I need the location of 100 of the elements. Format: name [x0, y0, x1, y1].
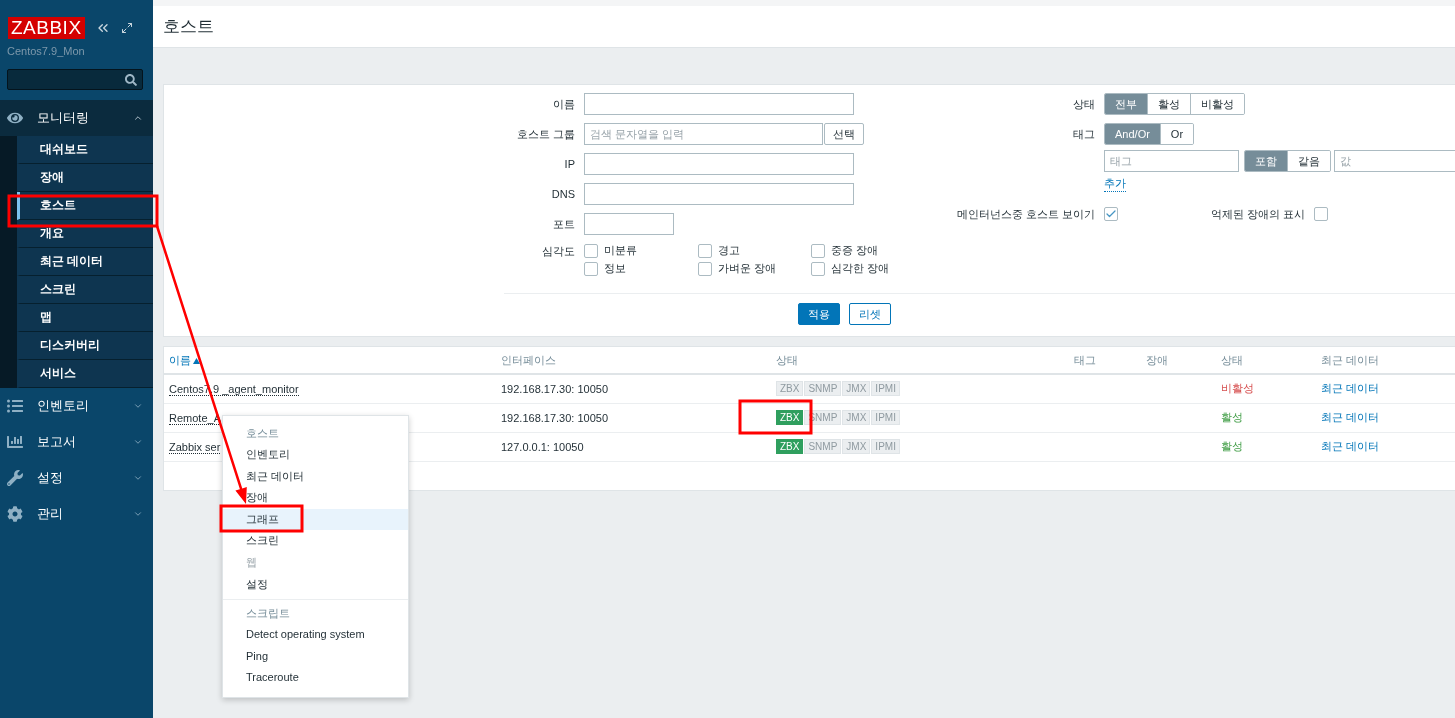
menu-item[interactable]: 장애	[223, 487, 408, 509]
menu-section[interactable]: 보고서	[0, 424, 153, 460]
checkbox[interactable]	[811, 243, 825, 258]
chevron-down-icon	[133, 437, 143, 447]
input-field[interactable]	[584, 153, 854, 175]
eye-icon	[7, 110, 23, 126]
gear-icon	[7, 506, 23, 522]
logo[interactable]: ZABBIX	[8, 17, 85, 39]
list-icon	[7, 398, 23, 414]
column-header: 상태	[776, 353, 798, 366]
availability-tag: IPMI	[871, 410, 900, 425]
expand-icon[interactable]	[120, 22, 133, 34]
chevron-down-icon	[133, 473, 143, 483]
server-name: Centos7.9_Mon	[6, 44, 86, 57]
status-link[interactable]: 활성	[1221, 411, 1243, 423]
segment-button[interactable]: Or	[1159, 124, 1194, 144]
checkbox-label: 중증 장애	[831, 243, 879, 258]
checkbox[interactable]	[584, 243, 598, 258]
checkbox[interactable]	[1314, 207, 1328, 221]
availability-tag: SNMP	[804, 439, 842, 454]
latest-data-link[interactable]: 최근 데이터	[1321, 411, 1380, 423]
menu-item[interactable]: Detect operating system	[223, 624, 408, 646]
menu-item[interactable]: 스크린	[17, 276, 153, 304]
availability-tag: JMX	[842, 381, 871, 397]
menu-item[interactable]: Ping	[223, 645, 408, 668]
input-field[interactable]	[584, 183, 854, 205]
checkbox-label: 미분류	[604, 243, 637, 258]
menu-item[interactable]: 장애	[17, 164, 153, 192]
table-cell: 127.0.0.1: 10050	[501, 440, 584, 453]
checkbox-label: 심각한 장애	[831, 261, 890, 276]
menu-section[interactable]: 관리	[0, 496, 153, 532]
column-header[interactable]: 이름	[169, 353, 191, 366]
column-header: 태그	[1074, 353, 1096, 366]
menu-item[interactable]: 개요	[17, 220, 153, 248]
menu-item[interactable]: 맵	[17, 304, 153, 332]
menu-item[interactable]: 디스커버리	[17, 332, 153, 360]
menu-item[interactable]: 스크린	[223, 530, 408, 552]
field-label: 호스트 그룹	[515, 127, 575, 142]
apply-button[interactable]: 적용	[797, 303, 840, 325]
search-field[interactable]	[7, 69, 143, 90]
chevron-down-icon	[133, 509, 143, 519]
input-field[interactable]: 값	[1334, 150, 1455, 172]
menu-section[interactable]: 설정	[0, 460, 153, 496]
checkbox[interactable]	[584, 261, 598, 276]
availability-tag: JMX	[842, 439, 871, 454]
column-header: 최근 데이터	[1321, 353, 1380, 366]
availability-tag: IPMI	[871, 439, 900, 454]
host-link[interactable]: Zabbix ser	[169, 440, 221, 454]
status-link[interactable]: 활성	[1221, 440, 1243, 452]
menu-item[interactable]: 인벤토리	[223, 444, 408, 466]
input-field[interactable]	[584, 213, 674, 235]
input-field[interactable]	[584, 93, 854, 115]
menu-item[interactable]: 설정	[223, 573, 408, 596]
field-label: 심각도	[541, 244, 575, 259]
field-label: 포트	[552, 217, 575, 232]
column-header: 장애	[1146, 353, 1168, 366]
status-link[interactable]: 비활성	[1221, 382, 1254, 395]
availability-tag: JMX	[842, 410, 871, 425]
checkbox-label: 경고	[718, 243, 740, 258]
menu-item[interactable]: 대쉬보드	[17, 136, 153, 164]
checkbox[interactable]	[1104, 207, 1118, 221]
page-title: 호스트	[163, 16, 214, 38]
menu-item[interactable]: 서비스	[17, 360, 153, 388]
field-label: 태그	[1072, 127, 1095, 142]
table-cell: 192.168.17.30: 10050	[501, 411, 609, 424]
add-link[interactable]: 추가	[1104, 176, 1126, 192]
menu-item[interactable]: 그래프	[223, 508, 408, 531]
field-label: 상태	[1072, 97, 1095, 112]
bar-chart-icon	[7, 434, 23, 450]
menu-heading: 스크립트	[245, 606, 291, 622]
latest-data-link[interactable]: 최근 데이터	[1321, 382, 1380, 395]
availability-tag: ZBX	[776, 439, 804, 454]
column-header: 상태	[1221, 353, 1243, 366]
checkbox-label: 정보	[604, 261, 626, 276]
menu-item[interactable]: 최근 데이터	[17, 248, 153, 276]
field-label: 이름	[552, 97, 575, 112]
segment-button[interactable]: 비활성	[1190, 94, 1244, 114]
select-button[interactable]: 선택	[824, 123, 864, 145]
chevron-down-icon	[133, 401, 143, 411]
checkbox-label: 가벼운 장애	[718, 261, 777, 276]
input-field[interactable]: 검색 문자열을 입력	[584, 123, 823, 145]
menu-heading: 호스트	[245, 426, 280, 441]
table-cell: 192.168.17.30: 10050	[501, 382, 609, 395]
checkbox[interactable]	[698, 243, 712, 258]
column-header: 인터페이스	[501, 353, 556, 366]
wrench-icon	[7, 470, 23, 486]
checkbox[interactable]	[811, 261, 825, 276]
search-icon[interactable]	[125, 73, 137, 86]
latest-data-link[interactable]: 최근 데이터	[1321, 440, 1380, 452]
menu-item[interactable]: 호스트	[17, 192, 153, 220]
availability-tag: ZBX	[776, 381, 804, 397]
menu-section[interactable]: 모니터링	[0, 100, 153, 136]
checkbox[interactable]	[698, 261, 712, 276]
menu-item[interactable]: 최근 데이터	[223, 465, 408, 488]
field-label: IP	[563, 157, 575, 172]
input-field[interactable]: 태그	[1104, 150, 1239, 172]
menu-section[interactable]: 인벤토리	[0, 388, 153, 424]
menu-item[interactable]: Traceroute	[223, 667, 408, 689]
reset-button[interactable]: 리셋	[848, 303, 891, 325]
segment-button[interactable]: 같음	[1287, 151, 1330, 171]
